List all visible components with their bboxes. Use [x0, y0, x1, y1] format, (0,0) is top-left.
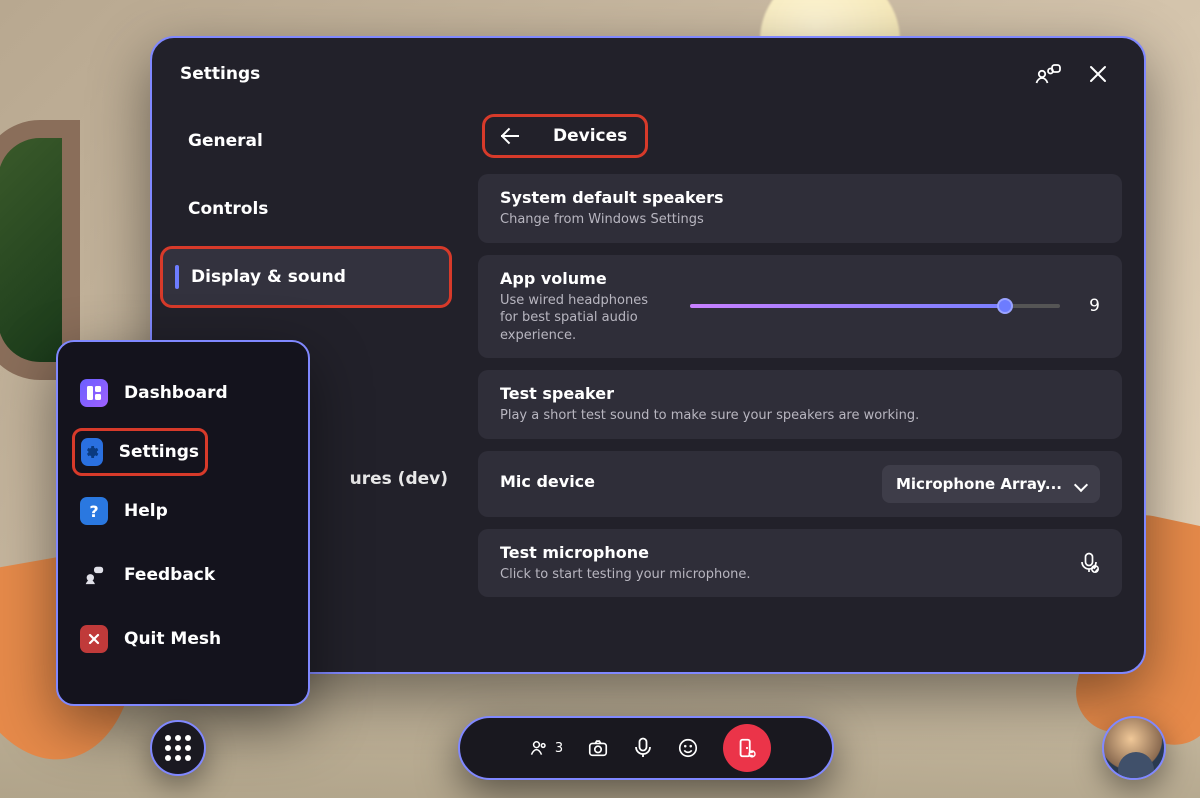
sidebar-item-controls[interactable]: Controls [160, 178, 452, 240]
card-app-volume: App volume Use wired headphones for best… [478, 255, 1122, 359]
sidebar-item-general[interactable]: General [160, 110, 452, 172]
sidebar-item-label: Controls [188, 199, 268, 219]
card-title: Test microphone [500, 543, 1058, 562]
participants-button[interactable]: 3 [529, 738, 563, 758]
card-subtitle: Click to start testing your microphone. [500, 566, 1058, 584]
popup-item-quit[interactable]: Quit Mesh [72, 610, 294, 668]
window-title: Settings [180, 64, 1016, 84]
popup-item-label: Settings [119, 442, 199, 462]
arrow-left-icon [501, 135, 519, 137]
dropdown-value: Microphone Array... [896, 475, 1062, 493]
content-header: Devices [478, 110, 1122, 162]
microphone-button[interactable] [633, 737, 653, 759]
card-title: Mic device [500, 472, 862, 491]
card-subtitle: Play a short test sound to make sure you… [500, 407, 1100, 425]
user-avatar[interactable] [1102, 716, 1166, 780]
window-header: Settings [152, 38, 1144, 110]
mic-device-dropdown[interactable]: Microphone Array... [882, 465, 1100, 503]
bottom-toolbar: 3 [458, 716, 834, 780]
reactions-button[interactable] [677, 737, 699, 759]
volume-slider[interactable] [690, 304, 1060, 308]
apps-button[interactable] [150, 720, 206, 776]
menu-popup: Dashboard Settings ? Help Feedback Quit … [56, 340, 310, 706]
popup-item-settings[interactable]: Settings [72, 428, 208, 476]
dashboard-icon [80, 379, 108, 407]
popup-item-help[interactable]: ? Help [72, 482, 294, 540]
close-icon [80, 625, 108, 653]
card-subtitle: Change from Windows Settings [500, 211, 1100, 229]
close-button[interactable] [1080, 56, 1116, 92]
settings-content: Devices System default speakers Change f… [478, 110, 1128, 654]
devices-header-box: Devices [482, 114, 648, 158]
sidebar-item-label: Display & sound [191, 267, 346, 287]
popup-item-label: Quit Mesh [124, 629, 221, 649]
card-title: App volume [500, 269, 670, 288]
microphone-check-icon [1078, 552, 1100, 574]
participants-icon[interactable] [1030, 56, 1066, 92]
sidebar-item-label: General [188, 131, 263, 151]
help-icon: ? [80, 497, 108, 525]
popup-item-label: Help [124, 501, 168, 521]
feedback-icon [80, 561, 108, 589]
chevron-down-icon [1074, 478, 1086, 490]
participants-count: 3 [555, 741, 563, 756]
camera-button[interactable] [587, 737, 609, 759]
content-title: Devices [553, 126, 627, 146]
back-button[interactable] [497, 129, 523, 143]
popup-item-feedback[interactable]: Feedback [72, 546, 294, 604]
popup-item-dashboard[interactable]: Dashboard [72, 364, 294, 422]
card-system-speakers[interactable]: System default speakers Change from Wind… [478, 174, 1122, 243]
sidebar-item-display-sound[interactable]: Display & sound [160, 246, 452, 308]
popup-item-label: Feedback [124, 565, 215, 585]
grid-icon [165, 735, 191, 761]
card-subtitle: Use wired headphones for best spatial au… [500, 292, 670, 345]
card-test-speaker[interactable]: Test speaker Play a short test sound to … [478, 370, 1122, 439]
sidebar-item-label: ures (dev) [350, 469, 448, 489]
volume-value: 9 [1080, 296, 1100, 316]
slider-thumb[interactable] [997, 298, 1013, 314]
card-title: System default speakers [500, 188, 1100, 207]
popup-item-label: Dashboard [124, 383, 228, 403]
card-mic-device: Mic device Microphone Array... [478, 451, 1122, 517]
slider-track[interactable] [690, 304, 1060, 308]
leave-button[interactable] [723, 724, 771, 772]
card-title: Test speaker [500, 384, 1100, 403]
gear-icon [81, 438, 103, 466]
card-test-microphone[interactable]: Test microphone Click to start testing y… [478, 529, 1122, 598]
